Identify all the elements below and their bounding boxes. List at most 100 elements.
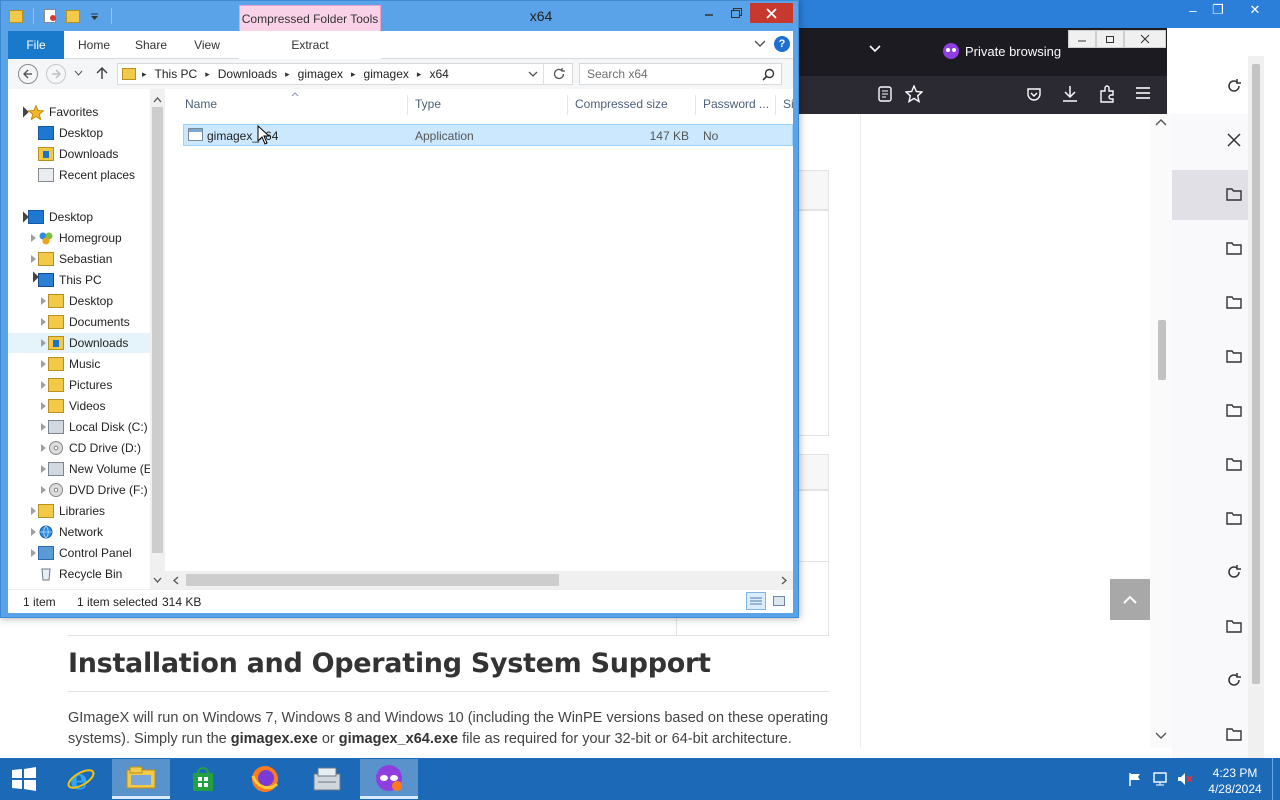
nav-pc-dvd-drive[interactable]: DVD Drive (F:) v xyxy=(48,480,157,500)
nav-homegroup[interactable]: Homegroup xyxy=(38,228,122,248)
breadcrumb-gimagex[interactable]: gimagex xyxy=(298,67,343,81)
start-button[interactable] xyxy=(0,759,48,799)
nav-fav-desktop[interactable]: Desktop xyxy=(38,123,103,143)
search-box[interactable]: Search x64 xyxy=(579,63,782,85)
show-desktop-button[interactable] xyxy=(1272,758,1280,800)
collapsed-arrow-icon[interactable] xyxy=(31,507,36,515)
sidebar-folder-icon[interactable] xyxy=(1221,397,1247,423)
nav-network[interactable]: Network xyxy=(38,522,103,542)
collapsed-arrow-icon[interactable] xyxy=(41,444,46,452)
breadcrumb-x64[interactable]: x64 xyxy=(429,67,448,81)
tab-share[interactable]: Share xyxy=(126,31,176,59)
column-header-compressed-size[interactable]: Compressed size xyxy=(575,97,668,111)
sidebar-close-icon[interactable] xyxy=(1221,127,1247,153)
sidebar-reload-icon[interactable] xyxy=(1221,559,1247,585)
pocket-icon[interactable] xyxy=(1026,86,1042,102)
nav-pc-desktop[interactable]: Desktop xyxy=(48,291,113,311)
scroll-left-icon[interactable] xyxy=(173,576,179,585)
nav-this-pc[interactable]: This PC xyxy=(38,270,102,290)
sidebar-reload-icon[interactable] xyxy=(1221,73,1247,99)
recent-locations-chevron-icon[interactable] xyxy=(74,70,83,76)
nav-pc-downloads[interactable]: Downloads xyxy=(48,333,128,353)
nav-pc-local-disk[interactable]: Local Disk (C:) xyxy=(48,417,148,437)
file-explorer-taskbar-button[interactable] xyxy=(112,759,170,799)
collapsed-arrow-icon[interactable] xyxy=(41,381,46,389)
breadcrumb-separator-icon[interactable]: ▸ xyxy=(205,69,210,80)
private-close-button[interactable] xyxy=(1124,30,1166,48)
network-tray-icon[interactable] xyxy=(1153,772,1171,786)
sidebar-folder-icon[interactable] xyxy=(1221,235,1247,261)
nav-favorites[interactable]: Favorites xyxy=(28,102,98,122)
address-history-chevron-icon[interactable] xyxy=(528,71,538,78)
address-bar[interactable]: ▸ This PC ▸ Downloads ▸ gimagex ▸ gimage… xyxy=(117,63,573,85)
scroll-up-arrow-icon[interactable] xyxy=(1155,118,1167,126)
breadcrumb-this-pc[interactable]: This PC xyxy=(155,67,198,81)
collapsed-arrow-icon[interactable] xyxy=(31,255,36,263)
sidebar-folder-icon[interactable] xyxy=(1221,289,1247,315)
breadcrumb-separator-icon[interactable]: ▸ xyxy=(142,69,147,80)
sidebar-scrollbar[interactable] xyxy=(1248,56,1264,758)
tab-home[interactable]: Home xyxy=(70,31,118,59)
nav-pc-videos[interactable]: Videos xyxy=(48,396,105,416)
forward-button[interactable] xyxy=(46,64,66,84)
extensions-icon[interactable] xyxy=(1098,85,1116,103)
nav-recycle-bin[interactable]: Recycle Bin xyxy=(38,564,122,584)
browser-close-button[interactable]: ✕ xyxy=(1240,0,1270,20)
private-minimize-button[interactable] xyxy=(1068,30,1096,48)
search-input[interactable]: Search x64 xyxy=(587,67,648,81)
column-header-type[interactable]: Type xyxy=(415,97,441,111)
private-restore-button[interactable] xyxy=(1096,30,1124,48)
store-icon[interactable] xyxy=(174,759,232,799)
breadcrumb-separator-icon[interactable]: ▸ xyxy=(285,69,290,80)
installer-icon[interactable] xyxy=(298,759,356,799)
clock[interactable]: 4:23 PM 4/28/2024 xyxy=(1204,765,1266,797)
nav-scrollbar-thumb[interactable] xyxy=(152,107,163,553)
up-arrow-icon[interactable] xyxy=(96,66,108,80)
sidebar-folder-icon[interactable] xyxy=(1221,343,1247,369)
nav-sebastian[interactable]: Sebastian xyxy=(38,249,112,269)
sidebar-reload-icon[interactable] xyxy=(1221,667,1247,693)
expanded-arrow-icon[interactable] xyxy=(17,211,29,223)
breadcrumb-downloads[interactable]: Downloads xyxy=(218,67,277,81)
refresh-icon[interactable] xyxy=(552,67,566,81)
scroll-down-arrow-icon[interactable] xyxy=(1155,732,1167,740)
tab-view[interactable]: View xyxy=(182,31,232,59)
collapsed-arrow-icon[interactable] xyxy=(31,549,36,557)
tab-file[interactable]: File xyxy=(8,31,64,59)
action-center-flag-icon[interactable] xyxy=(1128,772,1142,786)
breadcrumb-separator-icon[interactable]: ▸ xyxy=(351,69,356,80)
page-scrollbar-thumb[interactable] xyxy=(1158,320,1166,380)
volume-muted-icon[interactable] xyxy=(1177,772,1193,786)
collapsed-arrow-icon[interactable] xyxy=(31,528,36,536)
nav-scrollbar[interactable] xyxy=(150,89,165,589)
nav-fav-downloads[interactable]: Downloads xyxy=(38,144,118,164)
minimize-button[interactable] xyxy=(696,4,722,22)
back-to-top-button[interactable] xyxy=(1110,579,1150,620)
sidebar-folder-icon[interactable] xyxy=(1221,181,1247,207)
collapsed-arrow-icon[interactable] xyxy=(41,318,46,326)
page-scrollbar[interactable] xyxy=(1150,114,1172,748)
hamburger-menu-icon[interactable] xyxy=(1135,86,1151,100)
scroll-right-icon[interactable] xyxy=(781,576,787,585)
nav-pc-cd-drive[interactable]: CD Drive (D:) xyxy=(48,438,141,458)
help-icon[interactable]: ? xyxy=(774,36,790,52)
collapsed-arrow-icon[interactable] xyxy=(31,234,36,242)
nav-control-panel[interactable]: Control Panel xyxy=(38,543,132,563)
expanded-arrow-icon[interactable] xyxy=(27,271,39,283)
sidebar-folder-icon[interactable] xyxy=(1221,613,1247,639)
downloads-icon[interactable] xyxy=(1062,85,1078,103)
list-scrollbar-thumb[interactable] xyxy=(186,574,559,586)
details-view-icon[interactable] xyxy=(746,592,766,610)
collapsed-arrow-icon[interactable] xyxy=(41,402,46,410)
browser-maximize-button[interactable]: ❐ xyxy=(1203,0,1233,20)
back-button[interactable] xyxy=(18,64,38,84)
column-header-name[interactable]: Name xyxy=(185,97,217,111)
nav-pc-documents[interactable]: Documents xyxy=(48,312,130,332)
collapsed-arrow-icon[interactable] xyxy=(41,339,46,347)
nav-pc-new-volume[interactable]: New Volume (E xyxy=(48,459,152,479)
breadcrumb-gimagex-2[interactable]: gimagex xyxy=(364,67,409,81)
nav-libraries[interactable]: Libraries xyxy=(38,501,105,521)
collapsed-arrow-icon[interactable] xyxy=(41,360,46,368)
expand-ribbon-chevron-icon[interactable] xyxy=(754,40,766,48)
internet-explorer-icon[interactable]: e xyxy=(52,759,110,799)
